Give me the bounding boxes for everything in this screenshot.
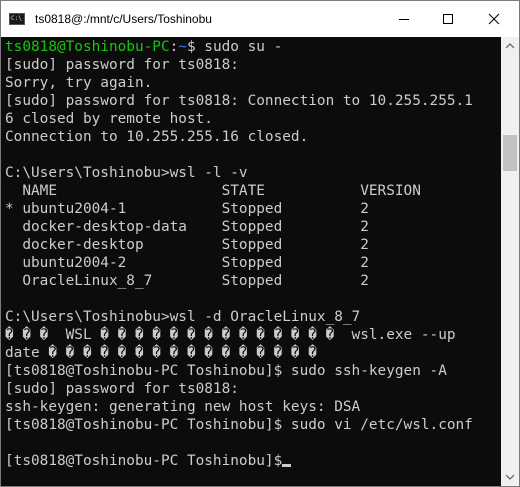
terminal-line: Connection to 10.255.255.16 closed. [5,128,473,146]
terminal-line: Sorry, try again. [5,74,473,92]
close-icon [488,13,500,25]
close-button[interactable] [471,1,517,37]
terminal-text-segment: Sorry, try again. [5,75,153,91]
terminal-text-segment: [sudo] password for ts0818: [5,381,239,397]
terminal-text-segment: ubuntu2004-2 Stopped 2 [5,255,369,271]
terminal-window: C:\ ts0818@:/mnt/c/Users/Toshinobu ts081… [0,0,520,487]
terminal-line: [sudo] password for ts0818: [5,56,473,74]
minimize-button[interactable] [381,1,427,37]
scroll-up-button[interactable] [501,37,519,55]
terminal-text-segment: date � � � � � � � � � � � � � � � � [5,345,317,361]
terminal-output[interactable]: ts0818@Toshinobu-PC:~$ sudo su - [sudo] p… [1,37,501,486]
terminal-text-segment: C:\Users\Toshinobu>wsl -l -v [5,165,248,181]
scroll-up-arrow-icon [506,43,514,49]
terminal-text: ts0818@Toshinobu-PC:~$ sudo su - [sudo] p… [5,38,473,470]
terminal-text-segment: ssh-keygen: generating new host keys: DS… [5,399,361,415]
terminal-text-segment: C:\Users\Toshinobu>wsl -d OracleLinux_8_… [5,309,361,325]
terminal-line: C:\Users\Toshinobu>wsl -d OracleLinux_8_… [5,308,473,326]
terminal-text-segment: * ubuntu2004-1 Stopped 2 [5,201,369,217]
terminal-text-segment: Connection to 10.255.255.16 closed. [5,129,309,145]
terminal-line: C:\Users\Toshinobu>wsl -l -v [5,164,473,182]
maximize-button[interactable] [425,1,471,37]
terminal-line: [ts0818@Toshinobu-PC Toshinobu]$ [5,452,473,470]
text-cursor [282,464,292,467]
terminal-text-segment: [sudo] password for ts0818: Connection t… [5,93,473,109]
window-title: ts0818@:/mnt/c/Users/Toshinobu [35,12,212,26]
terminal-line: [ts0818@Toshinobu-PC Toshinobu]$ sudo vi… [5,416,473,434]
terminal-text-segment: $ sudo su - [186,39,283,55]
terminal-line: � � � WSL � � � � � � � � � � � � � � ws… [5,326,473,344]
maximize-icon [443,14,453,24]
terminal-line: [sudo] password for ts0818: Connection t… [5,92,473,110]
console-app-icon: C:\ [9,13,25,25]
scroll-down-arrow-icon [506,474,514,480]
vertical-scrollbar[interactable] [501,37,519,486]
terminal-text-segment: [ts0818@Toshinobu-PC Toshinobu]$ sudo ss… [5,363,447,379]
scrollbar-thumb[interactable] [503,135,517,171]
terminal-line: * ubuntu2004-1 Stopped 2 [5,200,473,218]
terminal-text-segment: NAME STATE VERSION [5,183,421,199]
terminal-line: OracleLinux_8_7 Stopped 2 [5,272,473,290]
terminal-line: 6 closed by remote host. [5,110,473,128]
terminal-line: [sudo] password for ts0818: [5,380,473,398]
terminal-text-segment: : [169,39,179,55]
terminal-text-segment: docker-desktop-data Stopped 2 [5,219,369,235]
terminal-text-segment: 6 closed by remote host. [5,111,213,127]
minimize-icon [399,19,409,20]
terminal-text-segment: ~ [178,39,187,55]
terminal-line: ssh-keygen: generating new host keys: DS… [5,398,473,416]
terminal-text-segment: docker-desktop Stopped 2 [5,237,369,253]
title-bar[interactable]: C:\ ts0818@:/mnt/c/Users/Toshinobu [1,1,519,37]
terminal-line: ts0818@Toshinobu-PC:~$ sudo su - [5,38,473,56]
terminal-text-segment: [ts0818@Toshinobu-PC Toshinobu]$ [5,453,283,469]
scroll-down-button[interactable] [501,468,519,486]
terminal-line: docker-desktop-data Stopped 2 [5,218,473,236]
terminal-text-segment: ts0818@Toshinobu-PC [5,39,170,55]
terminal-line: date � � � � � � � � � � � � � � � � [5,344,473,362]
terminal-text-segment: � � � WSL � � � � � � � � � � � � � � ws… [5,327,456,343]
terminal-text-segment: [ts0818@Toshinobu-PC Toshinobu]$ sudo vi… [5,417,473,433]
terminal-text-segment: [sudo] password for ts0818: [5,57,239,73]
terminal-line: NAME STATE VERSION [5,182,473,200]
terminal-line: docker-desktop Stopped 2 [5,236,473,254]
terminal-line: [ts0818@Toshinobu-PC Toshinobu]$ sudo ss… [5,362,473,380]
terminal-line: ubuntu2004-2 Stopped 2 [5,254,473,272]
terminal-text-segment: OracleLinux_8_7 Stopped 2 [5,273,369,289]
